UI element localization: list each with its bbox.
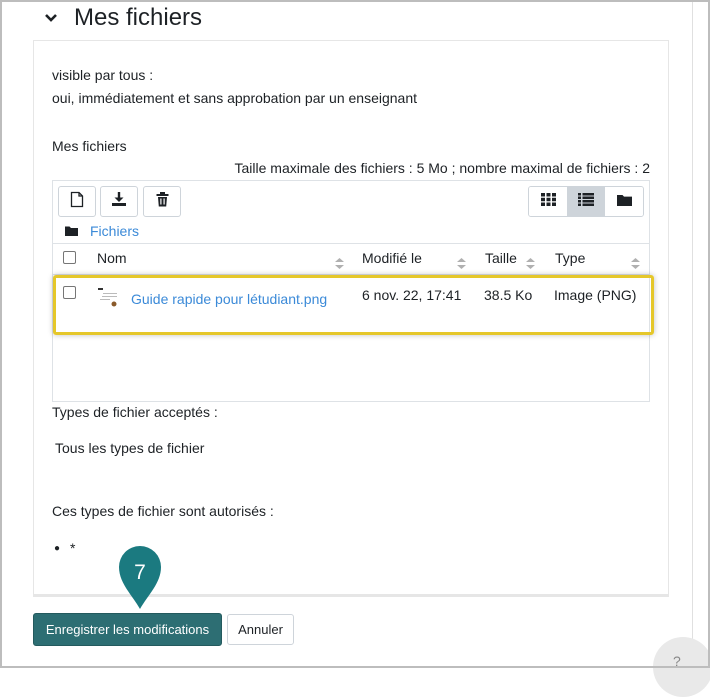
accepted-types-label: Types de fichier acceptés :	[52, 404, 218, 420]
breadcrumb-folder-link[interactable]: Fichiers	[90, 223, 139, 239]
file-row-checkbox[interactable]	[63, 286, 76, 299]
grid-view-icon	[540, 192, 556, 211]
cancel-button[interactable]: Annuler	[227, 614, 294, 645]
step-marker-number: 7	[134, 561, 146, 584]
column-modified[interactable]: Modifié le	[362, 250, 422, 266]
save-button[interactable]: Enregistrer les modifications	[33, 613, 222, 646]
column-size[interactable]: Taille	[485, 250, 517, 266]
folder-view-button[interactable]	[605, 187, 643, 216]
visibility-label: visible par tous :	[52, 67, 154, 83]
add-file-icon	[70, 191, 84, 213]
image-thumbnail[interactable]	[97, 286, 119, 308]
help-icon: ?	[673, 653, 681, 669]
allowed-type-item: ● *	[54, 540, 76, 556]
file-size: 38.5 Ko	[484, 287, 533, 303]
scrollbar-track	[692, 0, 693, 668]
file-limits: Taille maximale des fichiers : 5 Mo ; no…	[234, 160, 650, 176]
grid-view-button[interactable]	[529, 187, 567, 216]
file-type: Image (PNG)	[554, 287, 637, 303]
accepted-types-value: Tous les types de fichier	[55, 440, 205, 456]
breadcrumb: Fichiers	[65, 223, 139, 239]
section-title: Mes fichiers	[74, 4, 203, 31]
file-modified: 6 nov. 22, 17:41	[362, 287, 462, 303]
list-view-icon	[578, 192, 594, 211]
file-table-header: Nom Modifié le Taille Type	[53, 243, 649, 275]
file-name-link[interactable]: Guide rapide pour létudiant.png	[131, 291, 327, 307]
sort-icon[interactable]	[457, 256, 466, 274]
folder-icon	[65, 223, 78, 239]
select-all-checkbox[interactable]	[63, 251, 76, 264]
column-type[interactable]: Type	[555, 250, 585, 266]
column-name[interactable]: Nom	[97, 250, 127, 266]
list-view-button[interactable]	[567, 187, 605, 216]
download-button[interactable]	[100, 186, 138, 217]
sort-icon[interactable]	[631, 256, 640, 274]
section-header[interactable]: Mes fichiers	[40, 0, 202, 36]
delete-button[interactable]	[143, 186, 181, 217]
view-switcher	[528, 186, 644, 217]
add-file-button[interactable]	[58, 186, 96, 217]
visibility-value: oui, immédiatement et sans approbation p…	[52, 90, 418, 106]
allowed-types-label: Ces types de fichier sont autorisés :	[52, 503, 274, 519]
folder-view-icon	[616, 193, 632, 211]
help-button[interactable]: ?	[653, 637, 710, 697]
trash-icon	[156, 191, 169, 212]
download-icon	[111, 191, 127, 212]
bullet-icon: ●	[54, 543, 61, 554]
sort-icon[interactable]	[526, 256, 535, 274]
filepicker-label: Mes fichiers	[52, 138, 127, 154]
sort-icon[interactable]	[335, 256, 344, 274]
chevron-down-icon[interactable]	[40, 7, 62, 29]
